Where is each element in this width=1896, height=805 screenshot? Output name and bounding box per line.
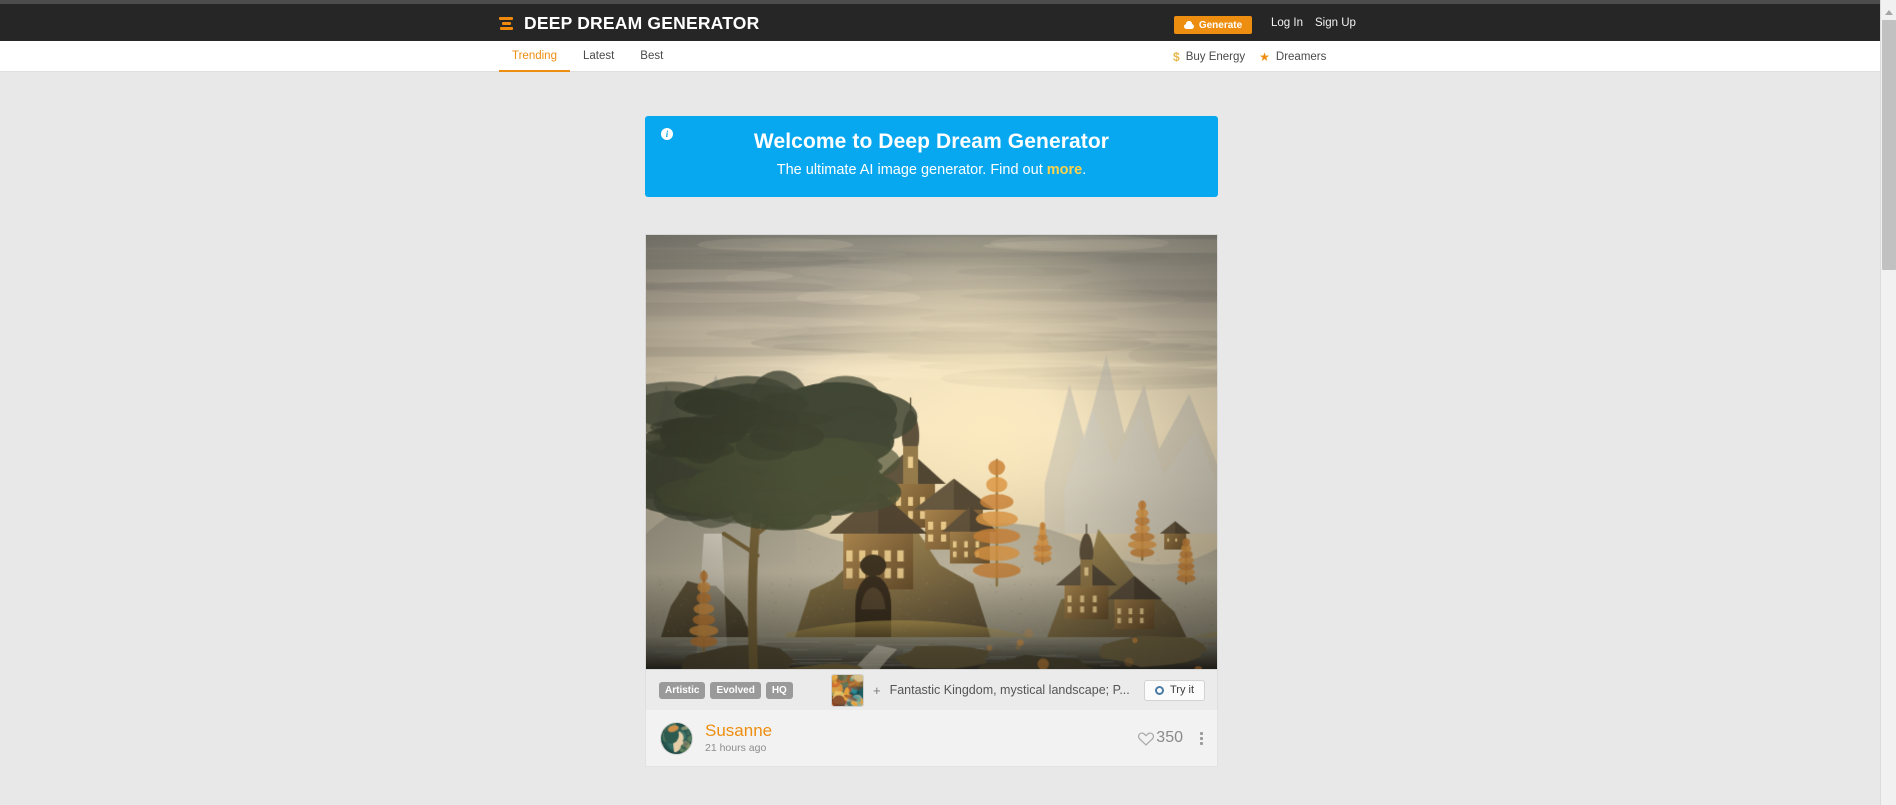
post-meta-row: Artistic Evolved HQ + Fantastic Kingdom,…: [645, 670, 1218, 710]
buy-energy-link[interactable]: $ Buy Energy: [1173, 41, 1245, 72]
content-column: i Welcome to Deep Dream Generator The ul…: [645, 116, 1218, 767]
info-icon: i: [661, 128, 673, 140]
brand-title: DEEP DREAM GENERATOR: [524, 13, 760, 33]
post-timestamp: 21 hours ago: [705, 741, 767, 754]
tag-artistic[interactable]: Artistic: [659, 681, 706, 699]
tag-evolved[interactable]: Evolved: [710, 681, 761, 699]
nav-utility-links: $ Buy Energy ★ Dreamers: [1173, 41, 1326, 72]
star-icon: ★: [1259, 49, 1270, 64]
like-button[interactable]: 350: [1137, 729, 1183, 747]
try-it-button[interactable]: Try it: [1143, 679, 1205, 701]
stacked-bars-logo-icon: [499, 14, 513, 33]
buy-energy-label: Buy Energy: [1185, 50, 1246, 63]
nav-tabs: Trending Latest Best: [499, 41, 676, 72]
scroll-up-arrow-icon[interactable]: [1881, 5, 1896, 19]
artwork-canvas: [646, 235, 1217, 669]
post-card: Artistic Evolved HQ + Fantastic Kingdom,…: [645, 234, 1218, 767]
tab-trending[interactable]: Trending: [499, 41, 570, 72]
dreamers-link[interactable]: ★ Dreamers: [1259, 41, 1326, 72]
welcome-banner: i Welcome to Deep Dream Generator The ul…: [645, 116, 1218, 197]
signup-link[interactable]: Sign Up: [1315, 17, 1356, 29]
tab-trending-label: Trending: [512, 49, 557, 62]
welcome-subtitle-text: The ultimate AI image generator. Find ou…: [776, 161, 1047, 178]
welcome-title: Welcome to Deep Dream Generator: [753, 130, 1110, 153]
welcome-more-link[interactable]: more: [1047, 162, 1082, 178]
author-info: Susanne 21 hours ago: [705, 721, 772, 754]
page-scrollbar[interactable]: [1880, 0, 1896, 805]
dollar-icon: $: [1173, 49, 1180, 64]
tag-list: Artistic Evolved HQ: [659, 681, 793, 699]
scrollbar-thumb[interactable]: [1882, 20, 1896, 270]
generate-button[interactable]: Generate: [1174, 16, 1252, 34]
navigation-bar: Trending Latest Best $ Buy Energy ★ Drea…: [0, 41, 1880, 72]
prompt-thumbnail-canvas: [832, 674, 863, 706]
try-it-label: Try it: [1169, 684, 1194, 696]
tab-latest-label: Latest: [582, 49, 615, 62]
brand-logo[interactable]: DEEP DREAM GENERATOR: [499, 13, 759, 34]
tag-hq[interactable]: HQ: [765, 681, 793, 699]
prompt-thumbnail[interactable]: [831, 673, 864, 707]
artwork-image[interactable]: [645, 234, 1218, 670]
login-link[interactable]: Log In: [1271, 17, 1303, 29]
prompt-area: + Fantastic Kingdom, mystical landscape;…: [831, 673, 1130, 707]
likes-count: 350: [1156, 729, 1183, 746]
welcome-subtitle-suffix: .: [1082, 161, 1087, 178]
page-root: DEEP DREAM GENERATOR Generate Log In Sig…: [0, 0, 1896, 805]
prompt-text[interactable]: Fantastic Kingdom, mystical landscape; P…: [890, 683, 1130, 697]
avatar[interactable]: [660, 721, 693, 755]
avatar-canvas: [661, 722, 692, 754]
auth-links: Log In Sign Up: [1271, 17, 1356, 29]
tab-latest[interactable]: Latest: [570, 41, 627, 72]
welcome-subtitle: The ultimate AI image generator. Find ou…: [645, 162, 1218, 178]
kebab-menu-icon[interactable]: [1200, 731, 1203, 745]
prompt-plus-icon: +: [873, 682, 881, 698]
heart-icon: [1137, 730, 1155, 746]
dreamers-label: Dreamers: [1275, 50, 1327, 63]
tab-best-label: Best: [640, 49, 664, 62]
generate-button-label: Generate: [1198, 19, 1243, 31]
author-name[interactable]: Susanne: [705, 721, 772, 741]
cloud-icon: [1183, 21, 1194, 29]
gear-icon: [1154, 685, 1164, 695]
site-header: DEEP DREAM GENERATOR Generate Log In Sig…: [0, 0, 1880, 41]
post-author-row: Susanne 21 hours ago 350: [645, 710, 1218, 767]
tab-best[interactable]: Best: [627, 41, 676, 72]
